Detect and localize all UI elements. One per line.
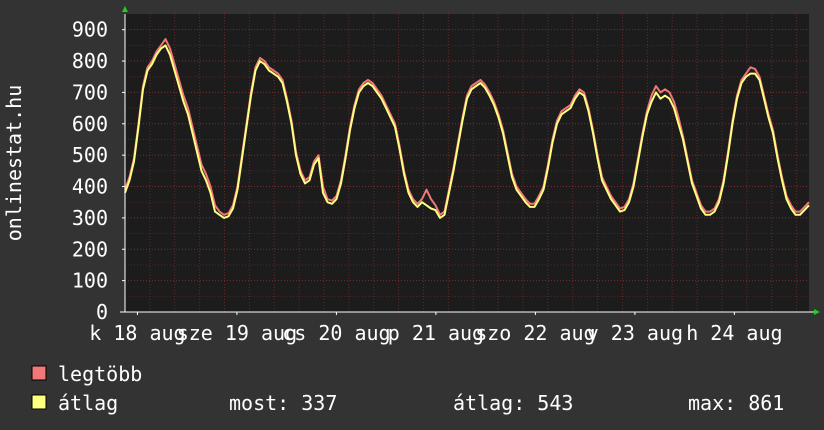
x-tick-label: cs 20 aug — [282, 321, 390, 345]
plot-area — [125, 14, 809, 312]
legend-label-avg: átlag — [58, 391, 118, 415]
y-tick-label: 900 — [72, 18, 108, 42]
y-tick-label: 300 — [72, 206, 108, 230]
x-tick-label: h 24 aug — [686, 321, 782, 345]
x-tick-label: p 21 aug — [388, 321, 484, 345]
x-tick-label: v 23 aug — [587, 321, 683, 345]
y-axis-label: onlinestat.hu — [2, 85, 26, 242]
y-tick-label: 100 — [72, 269, 108, 293]
stat-current: most: 337 — [229, 391, 337, 415]
y-tick-label: 600 — [72, 112, 108, 136]
x-tick-label: szo 22 aug — [475, 321, 595, 345]
stat-average: átlag: 543 — [453, 391, 573, 415]
y-tick-label: 200 — [72, 237, 108, 261]
y-tick-label: 400 — [72, 175, 108, 199]
stat-max: max: 861 — [688, 391, 784, 415]
chart-svg: 0100200300400500600700800900 k 18 augsze… — [0, 0, 824, 430]
y-tick-label: 500 — [72, 143, 108, 167]
x-tick-label: sze 19 aug — [177, 321, 297, 345]
legend-label-max: legtöbb — [58, 362, 142, 386]
x-tick-label: k 18 aug — [89, 321, 185, 345]
legend-swatch-max — [31, 365, 47, 381]
legend-swatch-avg — [31, 394, 47, 410]
y-tick-label: 700 — [72, 80, 108, 104]
y-tick-label: 800 — [72, 49, 108, 73]
traffic-chart: 0 100 200 300 400 500 600 700 800 900 k 18 aug sze… — [0, 0, 824, 430]
